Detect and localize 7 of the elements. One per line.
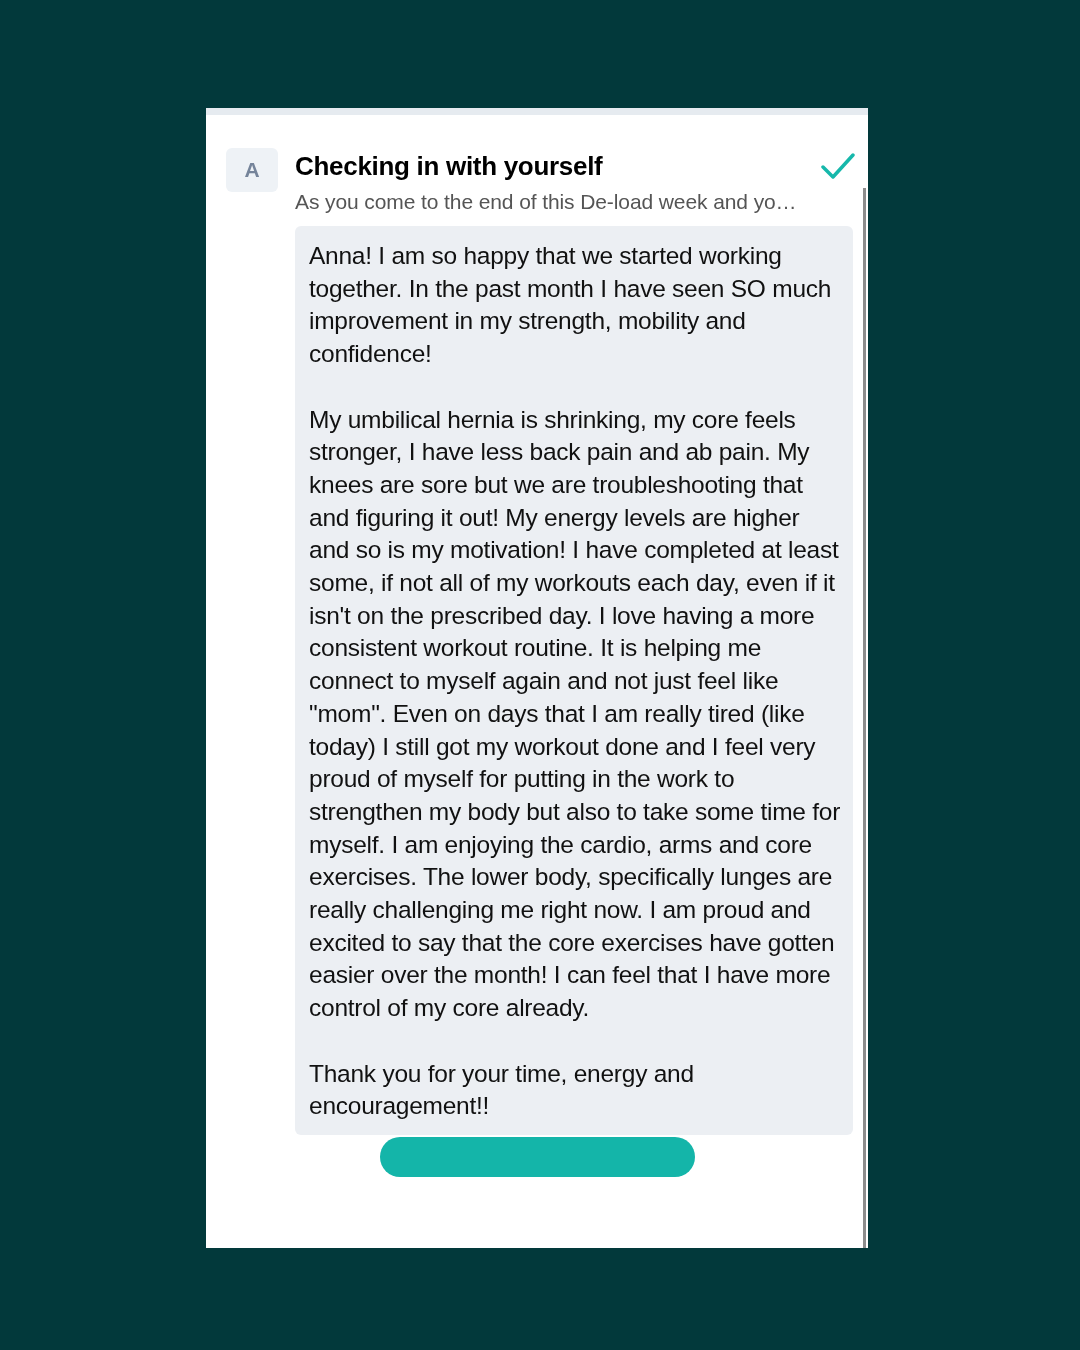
avatar-badge: A bbox=[226, 148, 278, 192]
question-subtitle: As you come to the end of this De-load week and yo… bbox=[295, 190, 798, 214]
answer-paragraph: Thank you for your time, energy and encouragement!! bbox=[309, 1058, 695, 1122]
answer-paragraph: My umbilical hernia is shrinking, my core feels stronger, I have less back pain and ab pain. My knees are sore but we are troubleshooting that and figuring it out! My energy levels are higher and so is my motivation! I have completed at least some, if not all of my workouts each day, even if it isn't on the prescribed day. I love having a more consistent workout routine. It is helping me connect to myself again and not just feel like "mom". Even on days that I am really tired (like today) I still got my workout done and I feel very proud of myself for putting in the work to strengthen my body but also to take some time for myself. I am enjoying the cardio, arms and core exercises. The lower body, specifically lunges are really challenging me right now. I am proud and excited to say that the core exercises have gotten easier over the month! I can feel that I have more control of my core already. bbox=[309, 404, 842, 1024]
question-title: Checking in with yourself bbox=[295, 150, 603, 182]
action-button[interactable] bbox=[380, 1136, 695, 1177]
answer-paragraph: Anna! I am so happy that we started working together. In the past month I have seen SO much improvement in my strength, mobility and confidence! bbox=[309, 241, 833, 370]
